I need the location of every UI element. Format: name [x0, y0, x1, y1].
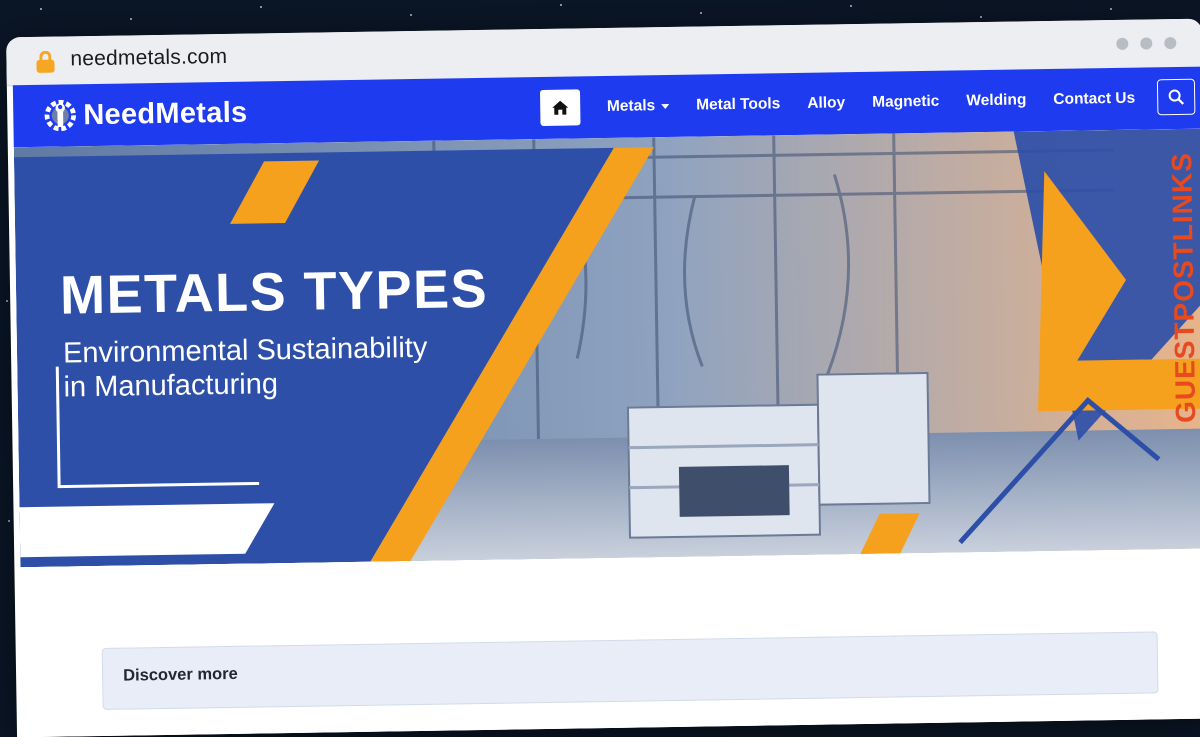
nav-item-label: Welding [966, 91, 1027, 110]
nav-item-metal-tools[interactable]: Metal Tools [696, 95, 780, 114]
nav-item-contact-us[interactable]: Contact Us [1053, 90, 1135, 109]
main-menu: Metals Metal Tools Alloy Magnetic Weldin… [539, 68, 1135, 139]
watermark: GUESTPOSTLINKS [1160, 123, 1200, 424]
gear-wrench-icon [44, 99, 76, 132]
nav-item-welding[interactable]: Welding [966, 91, 1026, 110]
window-dot-icon[interactable] [1116, 37, 1129, 50]
address-bar-url[interactable]: needmetals.com [70, 45, 227, 71]
nav-item-label: Metal Tools [696, 95, 781, 114]
nav-item-label: Metals [606, 97, 656, 115]
caret-down-icon [661, 103, 670, 109]
nav-item-metals[interactable]: Metals [607, 97, 670, 116]
hero-subtitle: Environmental Sustainability in Manufact… [63, 331, 428, 405]
nav-item-alloy[interactable]: Alloy [807, 94, 845, 113]
nav-item-label: Contact Us [1053, 89, 1136, 108]
lock-icon [36, 50, 55, 73]
discover-more-label: Discover more [122, 664, 238, 685]
site-logo[interactable]: NeedMetals [41, 94, 248, 135]
hero-title: METALS TYPES [59, 258, 489, 326]
window-dot-icon[interactable] [1164, 37, 1177, 50]
nav-item-label: Alloy [807, 94, 846, 112]
page-content: Discover more [20, 548, 1200, 737]
home-button[interactable] [539, 89, 581, 127]
hero-banner: METALS TYPES Environmental Sustainabilit… [13, 128, 1200, 568]
search-icon [1168, 89, 1185, 105]
page-viewport: NeedMetals Metals Metal Tools Alloy Magn… [12, 66, 1200, 737]
search-button[interactable] [1156, 78, 1196, 116]
hero-subtitle-line: Environmental Sustainability [62, 331, 428, 370]
nav-item-magnetic[interactable]: Magnetic [872, 93, 939, 112]
browser-window: needmetals.com NeedMetals Metals Metal T… [6, 18, 1200, 737]
watermark-text: GUESTPOSTLINKS [1166, 151, 1200, 424]
home-icon [551, 100, 568, 115]
discover-more-bar[interactable]: Discover more [101, 631, 1159, 710]
brand-name: NeedMetals [83, 96, 248, 131]
hero-subtitle-line: in Manufacturing [63, 368, 279, 404]
window-dot-icon[interactable] [1140, 37, 1153, 50]
nav-item-label: Magnetic [872, 92, 940, 111]
window-controls [1116, 37, 1177, 50]
